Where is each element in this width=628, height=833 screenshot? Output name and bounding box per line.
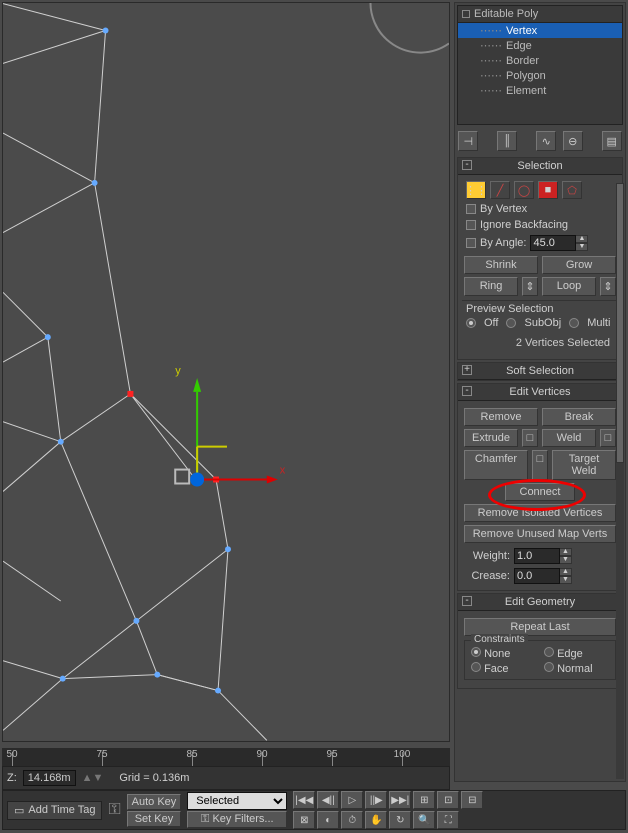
weld-settings-button[interactable]: □ — [600, 429, 616, 447]
loop-spinner[interactable]: ⇕ — [600, 277, 616, 296]
key-mode-toggle-icon[interactable]: ◐ — [317, 811, 339, 829]
ring-button[interactable]: Ring — [464, 277, 518, 296]
prev-frame-icon[interactable]: ◀|| — [317, 791, 339, 809]
pan-icon[interactable]: ✋ — [365, 811, 387, 829]
status-bar: Z: 14.168m ▲▼ Grid = 0.136m — [2, 766, 450, 790]
subobj-edge[interactable]: ⋯⋯Edge — [458, 38, 622, 53]
bottom-toolbar: ▭Add Time Tag ⚿ Auto Key Set Key Selecte… — [2, 790, 626, 830]
subobj-polygon[interactable]: ⋯⋯Polygon — [458, 68, 622, 83]
tag-icon: ▭ — [14, 804, 24, 817]
panel-scrollbar[interactable] — [616, 183, 624, 779]
target-weld-button[interactable]: Target Weld — [552, 450, 616, 480]
by-angle-checkbox[interactable] — [466, 238, 476, 248]
remove-unused-button[interactable]: Remove Unused Map Verts — [464, 525, 616, 543]
shrink-button[interactable]: Shrink — [464, 256, 538, 274]
add-time-tag-button[interactable]: ▭Add Time Tag — [7, 801, 102, 820]
selection-rollout: -Selection ⋮⋮ ╱ ◯ ■ ⬠ By Vertex Ignore B… — [457, 157, 623, 360]
viewport-nav3-icon[interactable]: ⊟ — [461, 791, 483, 809]
command-panel: Editable Poly ⋯⋯Vertex ⋯⋯Edge ⋯⋯Border ⋯… — [454, 2, 626, 782]
grid-readout: Grid = 0.136m — [119, 772, 189, 784]
polygon-mode-icon[interactable]: ■ — [538, 181, 558, 199]
constraint-edge-radio[interactable] — [544, 647, 554, 657]
svg-text:x: x — [280, 465, 286, 477]
selection-status: 2 Vertices Selected — [462, 331, 618, 355]
preview-off-radio[interactable] — [466, 318, 476, 328]
maximize-icon[interactable]: ⛶ — [437, 811, 459, 829]
chamfer-button[interactable]: Chamfer — [464, 450, 528, 480]
svg-text:y: y — [175, 365, 181, 377]
goto-start-icon[interactable]: |◀◀ — [293, 791, 315, 809]
preview-subobj-radio[interactable] — [506, 318, 516, 328]
constraint-face-radio[interactable] — [471, 662, 481, 672]
mod-stack-header[interactable]: Editable Poly — [458, 6, 622, 23]
orbit-icon[interactable]: ↻ — [389, 811, 411, 829]
by-vertex-checkbox[interactable] — [466, 204, 476, 214]
remove-button[interactable]: Remove — [464, 408, 538, 426]
soft-selection-header[interactable]: +Soft Selection — [458, 363, 622, 380]
ring-spinner[interactable]: ⇕ — [522, 277, 538, 296]
viewport-nav2-icon[interactable]: ⊡ — [437, 791, 459, 809]
extrude-button[interactable]: Extrude — [464, 429, 518, 447]
preview-multi-radio[interactable] — [569, 318, 579, 328]
remove-modifier-icon[interactable]: ⊖ — [563, 131, 583, 151]
key-icon[interactable]: ⚿ — [108, 801, 120, 819]
zoom-icon[interactable]: 🔍 — [413, 811, 435, 829]
remove-isolated-button[interactable]: Remove Isolated Vertices — [464, 504, 616, 522]
time-config-icon[interactable]: ⏱ — [341, 811, 363, 829]
goto-end-icon[interactable]: ▶▶| — [389, 791, 411, 809]
edge-mode-icon[interactable]: ╱ — [490, 181, 510, 199]
subobj-vertex[interactable]: ⋯⋯Vertex — [458, 23, 622, 38]
make-unique-icon[interactable]: ∿ — [536, 131, 556, 151]
modifier-stack[interactable]: Editable Poly ⋯⋯Vertex ⋯⋯Edge ⋯⋯Border ⋯… — [457, 5, 623, 125]
soft-selection-rollout: +Soft Selection — [457, 362, 623, 381]
selection-rollout-header[interactable]: -Selection — [458, 158, 622, 175]
border-mode-icon[interactable]: ◯ — [514, 181, 534, 199]
preview-label: Preview Selection — [462, 303, 618, 315]
set-key-button[interactable]: Set Key — [127, 811, 182, 827]
z-coord-field[interactable]: 14.168m — [23, 770, 76, 786]
edit-geometry-header[interactable]: -Edit Geometry — [458, 594, 622, 611]
next-frame-icon[interactable]: ||▶ — [365, 791, 387, 809]
edit-vertices-header[interactable]: -Edit Vertices — [458, 384, 622, 401]
edit-geometry-rollout: -Edit Geometry Repeat Last Constraints N… — [457, 593, 623, 689]
crease-spinner[interactable]: ▲▼ — [514, 568, 572, 584]
chamfer-settings-button[interactable]: □ — [532, 450, 548, 480]
loop-button[interactable]: Loop — [542, 277, 596, 296]
break-button[interactable]: Break — [542, 408, 616, 426]
configure-sets-icon[interactable]: ▤ — [602, 131, 622, 151]
show-end-result-icon[interactable]: ║ — [497, 131, 517, 151]
weight-spinner[interactable]: ▲▼ — [514, 548, 572, 564]
constraint-none-radio[interactable] — [471, 647, 481, 657]
key-filters-icon: ⚿ — [201, 813, 209, 825]
extrude-settings-button[interactable]: □ — [522, 429, 538, 447]
playback-controls: |◀◀ ◀|| ▷ ||▶ ▶▶| ⊞ ⊡ ⊟ ⊠ ◐ ⏱ ✋ ↻ 🔍 ⛶ — [293, 791, 493, 829]
subobj-border[interactable]: ⋯⋯Border — [458, 53, 622, 68]
vertex-mode-icon[interactable]: ⋮⋮ — [466, 181, 486, 199]
connect-button[interactable]: Connect — [505, 483, 575, 501]
viewport-nav4-icon[interactable]: ⊠ — [293, 811, 315, 829]
grow-button[interactable]: Grow — [542, 256, 616, 274]
play-icon[interactable]: ▷ — [341, 791, 363, 809]
constraint-normal-radio[interactable] — [544, 662, 554, 672]
key-mode-select[interactable]: Selected — [187, 792, 287, 810]
mod-toolbar: ⊣ ║ ∿ ⊖ ▤ — [455, 127, 625, 155]
weld-button[interactable]: Weld — [542, 429, 596, 447]
key-filters-button[interactable]: ⚿ Key Filters... — [187, 811, 287, 828]
3d-viewport[interactable]: y x — [2, 2, 450, 742]
pin-stack-icon[interactable]: ⊣ — [458, 131, 478, 151]
element-mode-icon[interactable]: ⬠ — [562, 181, 582, 199]
edit-vertices-rollout: -Edit Vertices Remove Break Extrude □ We… — [457, 383, 623, 591]
ignore-backfacing-checkbox[interactable] — [466, 220, 476, 230]
auto-key-button[interactable]: Auto Key — [127, 794, 182, 810]
viewport-nav1-icon[interactable]: ⊞ — [413, 791, 435, 809]
angle-spinner[interactable]: ▲▼ — [530, 235, 588, 251]
subobj-element[interactable]: ⋯⋯Element — [458, 83, 622, 98]
constraints-group: Constraints None Edge Face Normal — [464, 640, 616, 680]
time-ruler[interactable]: 50 75 85 90 95 100 — [2, 748, 450, 766]
